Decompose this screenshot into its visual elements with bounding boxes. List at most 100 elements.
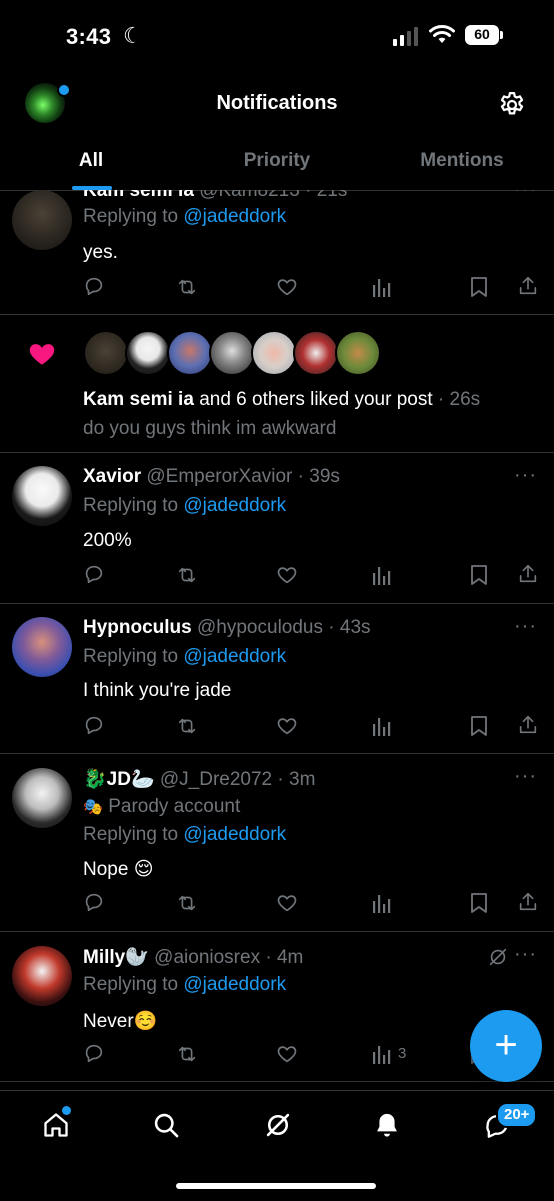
author-handle[interactable]: @J_Dre2072 [160, 769, 272, 790]
author-name[interactable]: Xavior [83, 466, 141, 487]
tab-all[interactable]: All [79, 150, 103, 172]
divider [0, 603, 554, 604]
replying-to-handle[interactable]: @jadeddork [183, 206, 286, 227]
page-title: Notifications [216, 92, 338, 114]
repost-icon[interactable] [175, 1043, 199, 1065]
bookmark-icon[interactable] [469, 276, 489, 298]
repost-icon[interactable] [175, 276, 199, 298]
post-text[interactable]: I think you're jade [83, 680, 231, 702]
messages-badge: 20+ [496, 1102, 538, 1128]
tab-priority[interactable]: Priority [244, 150, 311, 172]
avatar[interactable] [12, 466, 72, 526]
reply-icon[interactable] [83, 891, 105, 913]
wifi-icon [429, 25, 455, 43]
like-icon[interactable] [275, 276, 299, 298]
liker-avatar[interactable] [251, 330, 297, 376]
post-time: 21s [316, 190, 348, 201]
notifications-bell-icon[interactable] [373, 1111, 401, 1139]
notification-tabs: All Priority Mentions [0, 140, 554, 191]
author-name[interactable]: Milly🦭 [83, 947, 149, 968]
author-name[interactable]: Hypnoculus [83, 617, 192, 638]
more-options-icon[interactable]: ··· [514, 190, 537, 201]
parody-label: Parody account [108, 796, 241, 817]
replying-to-handle[interactable]: @jadeddork [183, 646, 286, 667]
liker-avatar[interactable] [167, 330, 213, 376]
share-icon[interactable] [517, 891, 539, 913]
liker-avatar[interactable] [83, 330, 129, 376]
battery-indicator: 60 [465, 25, 499, 45]
replying-to-handle[interactable]: @jadeddork [183, 495, 286, 516]
bookmark-icon[interactable] [469, 715, 489, 737]
views-icon[interactable] [372, 715, 392, 737]
more-options-icon[interactable]: ··· [514, 615, 537, 638]
author-handle[interactable]: @EmperorXavior [146, 466, 292, 487]
like-icon[interactable] [275, 564, 299, 586]
grok-icon[interactable] [487, 946, 509, 968]
home-notification-dot [62, 1106, 71, 1115]
settings-gear-icon[interactable] [497, 90, 527, 120]
author-name[interactable]: 🐉JD🦢 [83, 769, 155, 790]
separator-dot: · [277, 769, 284, 790]
author-handle[interactable]: @aioniosrex [154, 947, 260, 968]
author-name[interactable]: Kam semi ia [83, 190, 194, 201]
divider [0, 314, 554, 315]
replying-to-label: Replying to [83, 974, 179, 995]
share-icon[interactable] [517, 275, 539, 297]
post-text[interactable]: Nope 😌 [83, 858, 154, 881]
more-options-icon[interactable]: ··· [514, 765, 537, 788]
more-options-icon[interactable]: ··· [514, 943, 537, 966]
bookmark-icon[interactable] [469, 892, 489, 914]
replying-to-handle[interactable]: @jadeddork [183, 974, 286, 995]
grok-icon[interactable] [264, 1111, 292, 1139]
post-text[interactable]: Never☺️ [83, 1009, 157, 1033]
home-indicator [176, 1183, 376, 1189]
replying-to-handle[interactable]: @jadeddork [183, 824, 286, 845]
liker-name[interactable]: Kam semi ia [83, 389, 194, 410]
bookmark-icon[interactable] [469, 564, 489, 586]
share-icon[interactable] [517, 563, 539, 585]
reply-icon[interactable] [83, 714, 105, 736]
like-time: 26s [449, 389, 481, 410]
avatar[interactable] [12, 946, 72, 1006]
divider [0, 753, 554, 754]
liker-avatar[interactable] [335, 330, 381, 376]
tab-mentions[interactable]: Mentions [420, 150, 503, 172]
plus-icon: + [494, 1023, 518, 1067]
repost-icon[interactable] [175, 564, 199, 586]
views-icon[interactable] [372, 564, 392, 586]
repost-icon[interactable] [175, 715, 199, 737]
views-icon[interactable] [372, 892, 392, 914]
share-icon[interactable] [517, 714, 539, 736]
liked-post-text[interactable]: do you guys think im awkward [83, 418, 336, 440]
status-bar: 3:43 ☾ 60 [0, 0, 554, 74]
reply-icon[interactable] [83, 275, 105, 297]
compose-post-button[interactable]: + [470, 1010, 542, 1082]
author-handle[interactable]: @Kam8213 [199, 190, 300, 201]
post-time: 3m [289, 769, 316, 790]
like-icon[interactable] [275, 1043, 299, 1065]
post-text[interactable]: 200% [83, 530, 132, 552]
divider [0, 931, 554, 932]
avatar[interactable] [12, 617, 72, 677]
avatar[interactable] [12, 190, 72, 250]
search-icon[interactable] [152, 1111, 180, 1139]
post-text[interactable]: yes. [83, 242, 118, 264]
like-icon[interactable] [275, 892, 299, 914]
liker-avatar[interactable] [209, 330, 255, 376]
more-options-icon[interactable]: ··· [514, 464, 537, 487]
views-icon[interactable] [372, 276, 392, 298]
liker-avatar[interactable] [293, 330, 339, 376]
liker-avatar[interactable] [125, 330, 171, 376]
repost-icon[interactable] [175, 892, 199, 914]
avatar[interactable] [12, 768, 72, 828]
reply-icon[interactable] [83, 1042, 105, 1064]
reply-icon[interactable] [83, 563, 105, 585]
home-icon[interactable] [42, 1111, 70, 1139]
separator-dot: · [305, 190, 312, 201]
replying-to-label: Replying to [83, 206, 179, 227]
replying-to-label: Replying to [83, 495, 179, 516]
like-icon[interactable] [275, 715, 299, 737]
views-icon[interactable] [372, 1043, 392, 1065]
author-handle[interactable]: @hypoculodus [197, 617, 323, 638]
status-time: 3:43 [66, 24, 112, 49]
